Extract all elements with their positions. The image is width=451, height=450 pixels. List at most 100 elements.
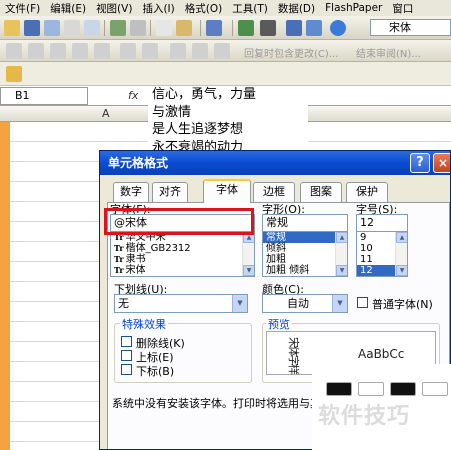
subscript-label: 下标(B) xyxy=(136,365,175,378)
font-list-item[interactable]: Tr 楷体_GB2312 xyxy=(111,243,254,254)
menu-insert[interactable]: 插入(I) xyxy=(137,1,179,16)
reply-with-changes-button[interactable]: 回复时包含更改(C)... xyxy=(244,45,338,60)
tab-border[interactable]: 边框 xyxy=(253,182,295,202)
tab-font[interactable]: 字体 xyxy=(203,179,251,203)
scroll-down-icon[interactable]: ▼ xyxy=(336,265,347,276)
font-size-list[interactable]: 9 10 11 12 ▲ ▼ xyxy=(356,231,408,277)
chevron-down-icon[interactable]: ▼ xyxy=(332,295,347,312)
font-style-scrollbar[interactable]: ▲ ▼ xyxy=(335,232,347,276)
chart-wizard-icon[interactable] xyxy=(306,20,322,36)
name-box[interactable]: B1 xyxy=(0,87,88,105)
truetype-icon: Tr xyxy=(114,243,124,253)
chevron-down-icon[interactable]: ▼ xyxy=(232,295,247,312)
scroll-up-icon[interactable]: ▲ xyxy=(396,232,407,243)
font-list-item[interactable]: Tr 宋体 xyxy=(111,265,254,276)
print-icon[interactable] xyxy=(64,20,80,36)
review-icon[interactable] xyxy=(50,43,66,59)
menu-bar: 文件(F) 编辑(E) 视图(V) 插入(I) 格式(O) 工具(T) 数据(D… xyxy=(0,0,451,16)
swatch xyxy=(422,382,448,396)
color-value: 自动 xyxy=(287,297,309,310)
toolbar-separator xyxy=(200,20,201,36)
watermark: 软件技巧 xyxy=(318,404,411,429)
column-header-a[interactable]: A xyxy=(102,107,110,120)
print-preview-icon[interactable] xyxy=(84,20,100,36)
tab-protection[interactable]: 保护 xyxy=(346,182,388,202)
hyperlink-icon[interactable] xyxy=(238,20,254,36)
tab-alignment[interactable]: 对齐 xyxy=(152,182,188,202)
toolbar-separator xyxy=(232,20,233,36)
font-style-input[interactable]: 常规 xyxy=(262,214,348,232)
font-list-scrollbar[interactable]: ▲ ▼ xyxy=(242,232,254,276)
scroll-up-icon[interactable]: ▲ xyxy=(336,232,347,243)
menu-data[interactable]: 数据(D) xyxy=(273,1,320,16)
autosum-icon[interactable] xyxy=(260,20,276,36)
help-icon[interactable] xyxy=(330,20,346,36)
swatch xyxy=(390,382,416,396)
tab-patterns[interactable]: 图案 xyxy=(300,182,342,202)
toolbar-separator xyxy=(104,20,105,36)
superscript-checkbox[interactable] xyxy=(121,350,132,361)
fx-icon[interactable]: fx xyxy=(128,89,138,102)
review-icon[interactable] xyxy=(120,43,136,59)
help-button[interactable]: ? xyxy=(410,153,430,173)
status-message: 系统中没有安装该字体。打印时将选用与其 xyxy=(112,397,321,410)
dialog-title: 单元格格式 xyxy=(100,151,450,175)
preview-rotated-sample: 宋体字样 xyxy=(287,337,300,373)
font-style-list[interactable]: 常规 倾斜 加粗 加粗 倾斜 ▲ ▼ xyxy=(262,231,348,277)
font-name-box[interactable]: 宋体 xyxy=(370,19,451,36)
toolbar-separator xyxy=(150,20,151,36)
effects-group xyxy=(114,323,252,383)
close-button[interactable]: × xyxy=(433,153,450,173)
strikethrough-checkbox[interactable] xyxy=(121,336,132,347)
review-icon[interactable] xyxy=(6,43,22,59)
font-name-highlight xyxy=(104,208,254,235)
cell-line: 是人生追逐梦想 xyxy=(152,122,244,137)
preview-title: 预览 xyxy=(266,316,292,332)
research-icon[interactable] xyxy=(130,20,146,36)
review-icon[interactable] xyxy=(72,43,88,59)
color-select[interactable]: 自动 ▼ xyxy=(262,294,348,313)
menu-file[interactable]: 文件(F) xyxy=(0,1,45,16)
font-list[interactable]: Tr 华文中宋 Tr 楷体_GB2312 Tr 隶书 Tr 宋体 ▲ ▼ xyxy=(110,231,255,277)
normal-font-label: 普通字体(N) xyxy=(372,298,433,311)
menu-format[interactable]: 格式(O) xyxy=(180,1,227,16)
review-icon[interactable] xyxy=(28,43,44,59)
normal-font-checkbox[interactable] xyxy=(357,297,368,308)
format-icon[interactable] xyxy=(6,66,22,82)
paste-icon[interactable] xyxy=(176,20,192,36)
menu-view[interactable]: 视图(V) xyxy=(91,1,137,16)
cell-line: 信心，勇气，力量 xyxy=(152,87,257,102)
menu-tools[interactable]: 工具(T) xyxy=(227,1,273,16)
save-icon[interactable] xyxy=(24,20,40,36)
end-review-button[interactable]: 结束审阅(N)... xyxy=(356,45,421,60)
review-icon[interactable] xyxy=(214,43,230,59)
menu-window[interactable]: 窗口 xyxy=(387,1,418,16)
font-size-scrollbar[interactable]: ▲ ▼ xyxy=(395,232,407,276)
underline-select[interactable]: 无 ▼ xyxy=(114,294,248,313)
preview-sample: AaBbCc xyxy=(358,347,405,361)
scroll-down-icon[interactable]: ▼ xyxy=(243,265,254,276)
swatch xyxy=(326,382,352,396)
review-icon[interactable] xyxy=(170,43,186,59)
permission-icon[interactable] xyxy=(44,20,60,36)
sort-ascending-icon[interactable] xyxy=(286,20,302,36)
menu-flashpaper[interactable]: FlashPaper xyxy=(320,2,387,14)
truetype-icon: Tr xyxy=(114,254,124,264)
undo-icon[interactable] xyxy=(206,20,222,36)
cell-line: 与激情 xyxy=(152,104,192,120)
font-size-input[interactable]: 12 xyxy=(356,214,408,232)
review-icon[interactable] xyxy=(142,43,158,59)
scroll-down-icon[interactable]: ▼ xyxy=(396,265,407,276)
open-icon[interactable] xyxy=(4,20,20,36)
menu-edit[interactable]: 编辑(E) xyxy=(45,1,91,16)
subscript-checkbox[interactable] xyxy=(121,364,132,375)
cell-b1-content[interactable]: 信心，勇气，力量 与激情 是人生追逐梦想 永不衰竭的动力 xyxy=(148,86,308,156)
font-list-item[interactable]: Tr 隶书 xyxy=(111,254,254,265)
copy-icon[interactable] xyxy=(156,20,172,36)
spelling-icon[interactable] xyxy=(110,20,126,36)
swatch xyxy=(358,382,384,396)
review-icon[interactable] xyxy=(192,43,208,59)
review-icon[interactable] xyxy=(94,43,110,59)
extra-toolbar xyxy=(0,62,451,86)
tab-number[interactable]: 数字 xyxy=(113,182,149,202)
